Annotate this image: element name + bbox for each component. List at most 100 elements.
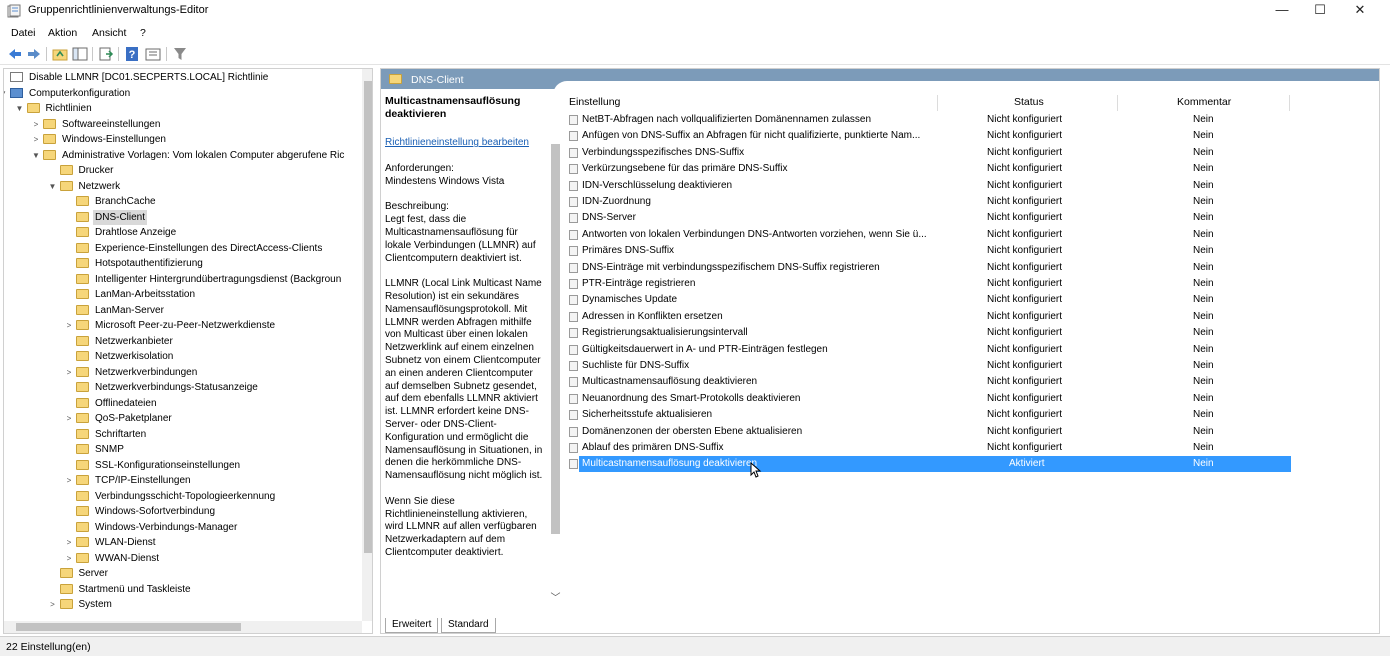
table-row[interactable]: DNS-Server Nicht konfiguriert Nein bbox=[567, 210, 1291, 226]
tree-expander-icon[interactable]: ▼ bbox=[15, 101, 25, 116]
tree-expander-icon[interactable]: > bbox=[64, 473, 74, 488]
policy-setting-icon bbox=[569, 361, 578, 371]
column-divider[interactable] bbox=[1117, 95, 1118, 111]
menu-aktion[interactable]: Aktion bbox=[48, 27, 77, 39]
tree-item-label: Verbindungsschicht-Topologieerkennung bbox=[95, 490, 276, 502]
table-row[interactable]: PTR-Einträge registrieren Nicht konfiguri… bbox=[567, 276, 1291, 292]
show-hide-tree-icon[interactable] bbox=[72, 46, 88, 62]
policy-setting-icon bbox=[569, 295, 578, 306]
scroll-down-icon[interactable]: ﹀ bbox=[550, 589, 561, 604]
tree-vertical-scroll-thumb[interactable] bbox=[364, 81, 372, 553]
tree-item-label: Windows-Einstellungen bbox=[62, 134, 166, 145]
table-row[interactable]: Verbindungsspezifisches DNS-Suffix Nicht … bbox=[567, 145, 1291, 161]
setting-comment: Nein bbox=[1193, 376, 1214, 388]
table-row[interactable]: IDN-Verschlüsselung deaktivieren Nicht ko… bbox=[567, 178, 1291, 194]
folder-icon bbox=[59, 180, 73, 191]
tree-expander-icon[interactable]: > bbox=[48, 597, 58, 612]
setting-comment: Nein bbox=[1193, 458, 1214, 470]
menu-help[interactable]: ? bbox=[140, 27, 146, 39]
table-row[interactable]: Anfügen von DNS-Suffix an Abfragen für n… bbox=[567, 128, 1291, 144]
table-row[interactable]: Gültigkeitsdauerwert in A- und PTR-Eintr… bbox=[567, 342, 1291, 358]
maximize-button[interactable]: ☐ bbox=[1300, 0, 1340, 22]
description-scroll-thumb[interactable] bbox=[551, 144, 560, 534]
table-row[interactable]: Antworten von lokalen Verbindungen DNS-A… bbox=[567, 227, 1291, 243]
view-tabs: Erweitert Standard bbox=[381, 617, 1379, 633]
tree-expander-icon[interactable]: > bbox=[64, 535, 74, 550]
setting-name: Antworten von lokalen Verbindungen DNS-A… bbox=[582, 228, 927, 240]
close-button[interactable]: ✕ bbox=[1340, 0, 1380, 22]
column-divider[interactable] bbox=[937, 95, 938, 111]
setting-status: Nicht konfiguriert bbox=[987, 310, 1063, 322]
tree-expander-icon[interactable]: > bbox=[31, 117, 41, 132]
tree-item-label: System bbox=[78, 599, 112, 610]
tree-item-label: Softwareeinstellungen bbox=[62, 118, 161, 130]
policy-tree[interactable]: Disable LLMNR [DC01.SECPERTS.LOCAL] Rich… bbox=[3, 68, 373, 634]
table-row[interactable]: Ablauf des primären DNS-Suffix Nicht konf… bbox=[567, 440, 1291, 456]
computer-icon bbox=[10, 87, 23, 98]
table-row[interactable]: IDN-Zuordnung Nicht konfiguriert Nein bbox=[567, 194, 1291, 210]
policy-icon bbox=[10, 72, 23, 82]
policy-setting-icon bbox=[569, 311, 578, 322]
setting-comment: Nein bbox=[1193, 310, 1214, 322]
setting-status: Nicht konfiguriert bbox=[987, 343, 1063, 355]
column-status[interactable]: Status bbox=[1014, 96, 1044, 108]
tree-horizontal-scroll-thumb[interactable] bbox=[16, 623, 241, 631]
table-row[interactable]: Sicherheitsstufe aktualisieren Nicht konf… bbox=[567, 407, 1291, 423]
table-row[interactable]: Neuanordnung des Smart-Protokolls deakti… bbox=[567, 391, 1291, 407]
help-icon[interactable]: ? bbox=[124, 46, 140, 62]
tab-standard[interactable]: Standard bbox=[441, 618, 496, 633]
setting-name: Domänenzonen der obersten Ebene aktualis… bbox=[582, 425, 803, 437]
tree-expander-icon[interactable]: ▼ bbox=[48, 179, 58, 194]
filter-icon[interactable] bbox=[172, 46, 188, 62]
folder-icon bbox=[59, 599, 73, 609]
table-row[interactable]: Dynamisches Update Nicht konfiguriert Nein bbox=[567, 292, 1291, 308]
folder-icon bbox=[76, 397, 89, 408]
setting-comment: Nein bbox=[1193, 360, 1214, 371]
forward-icon[interactable] bbox=[26, 46, 42, 62]
tree-expander-icon[interactable]: > bbox=[64, 411, 74, 426]
tree-expander-icon[interactable]: > bbox=[31, 132, 41, 147]
edit-policy-setting-link[interactable]: Richtlinieneinstellung bearbeiten bbox=[385, 137, 529, 148]
column-kommentar[interactable]: Kommentar bbox=[1177, 96, 1231, 108]
table-row[interactable]: Domänenzonen der obersten Ebene aktualis… bbox=[567, 424, 1291, 440]
table-row[interactable]: Primäres DNS-Suffix Nicht konfiguriert Nei… bbox=[567, 243, 1291, 259]
setting-comment: Nein bbox=[1193, 294, 1214, 306]
export-list-icon[interactable] bbox=[98, 46, 114, 62]
policy-setting-icon bbox=[569, 328, 578, 339]
menu-ansicht[interactable]: Ansicht bbox=[92, 27, 126, 39]
table-row[interactable]: NetBT-Abfragen nach vollqualifizierten D… bbox=[567, 112, 1291, 128]
folder-icon bbox=[26, 103, 40, 113]
folder-icon bbox=[76, 552, 89, 563]
table-row[interactable]: DNS-Einträge mit verbindungsspezifischem… bbox=[567, 260, 1291, 276]
tab-erweitert[interactable]: Erweitert bbox=[385, 618, 439, 633]
tree-expander-icon[interactable]: ▼ bbox=[4, 86, 8, 101]
column-einstellung[interactable]: Einstellung bbox=[569, 96, 620, 108]
window-title: Gruppenrichtlinienverwaltungs-Editor bbox=[28, 4, 209, 16]
column-divider[interactable] bbox=[1289, 95, 1290, 111]
selected-table-row[interactable]: Multicastnamensauflösung deaktivieren Akt… bbox=[569, 456, 1291, 473]
tree-expander-icon[interactable]: ▼ bbox=[31, 148, 41, 163]
properties-icon[interactable] bbox=[145, 46, 161, 62]
tree-expander-icon[interactable]: > bbox=[64, 551, 74, 566]
folder-icon bbox=[76, 521, 89, 532]
up-folder-icon[interactable] bbox=[52, 46, 68, 62]
setting-status: Nicht konfiguriert bbox=[987, 327, 1063, 339]
tree-item-label: Richtlinien bbox=[45, 103, 92, 114]
tree-item-label: Netzwerkverbindungs-Statusanzeige bbox=[95, 382, 258, 393]
table-row[interactable]: Adressen in Konflikten ersetzen Nicht kon… bbox=[567, 309, 1291, 325]
setting-status: Aktiviert bbox=[1009, 458, 1045, 470]
tree-expander-icon[interactable]: > bbox=[64, 318, 74, 333]
table-row[interactable]: Verkürzungsebene für das primäre DNS-Suf… bbox=[567, 161, 1291, 177]
menu-datei[interactable]: Datei bbox=[11, 27, 36, 39]
setting-comment: Nein bbox=[1193, 146, 1214, 158]
tree-expander-icon[interactable]: > bbox=[64, 365, 74, 380]
folder-icon bbox=[76, 475, 89, 485]
table-row[interactable]: Multicastnamensauflösung deaktivieren Nic… bbox=[567, 374, 1291, 390]
toolbar-separator bbox=[166, 47, 167, 61]
table-row[interactable]: Suchliste für DNS-Suffix Nicht konfigurie… bbox=[567, 358, 1291, 374]
menu-bar: Datei Aktion Ansicht ? bbox=[0, 24, 1390, 42]
table-row[interactable]: Registrierungsaktualisierungsintervall Ni… bbox=[567, 325, 1291, 341]
back-icon[interactable] bbox=[7, 46, 23, 62]
setting-name: IDN-Zuordnung bbox=[582, 196, 651, 207]
minimize-button[interactable]: — bbox=[1262, 0, 1302, 22]
